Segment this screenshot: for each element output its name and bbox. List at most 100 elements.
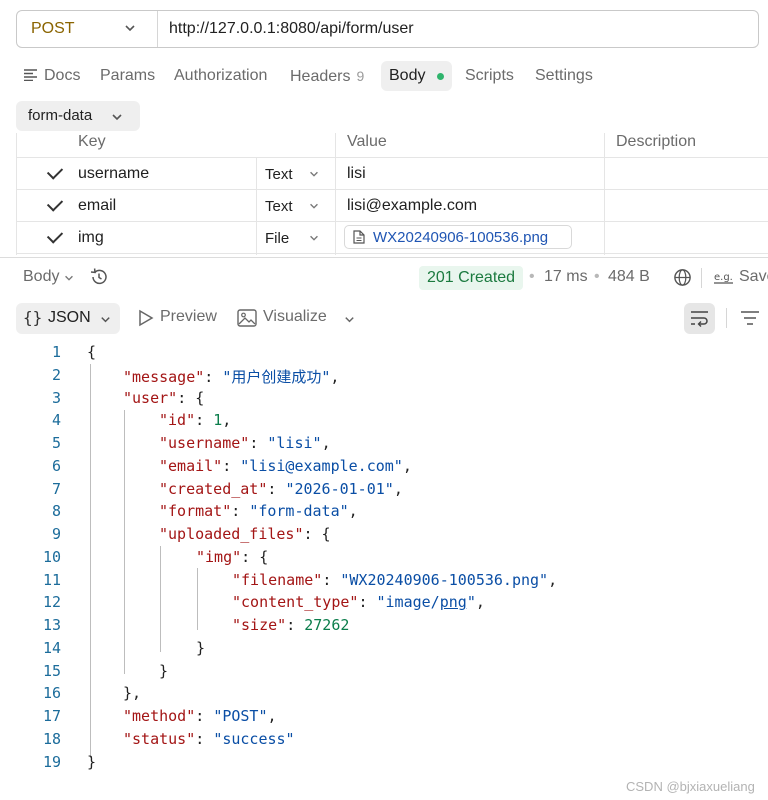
code-line: "filename": "WX20240906-100536.png",	[232, 571, 558, 589]
param-key[interactable]: email	[78, 197, 116, 215]
line-number: 19	[42, 753, 61, 771]
file-chip[interactable]: WX20240906-100536.png	[344, 225, 572, 249]
line-number: 2	[51, 366, 61, 384]
row-divider	[16, 253, 768, 254]
chevron-down-icon[interactable]	[343, 313, 356, 326]
filter-icon[interactable]	[740, 310, 760, 326]
param-type-select[interactable]: Text	[265, 198, 293, 215]
param-value[interactable]: lisi	[347, 165, 366, 183]
code-line: "content_type": "image/png",	[232, 593, 485, 611]
method-label: POST	[31, 20, 75, 37]
separator-dot: •	[594, 268, 600, 285]
svg-text:e.g.: e.g.	[714, 272, 733, 283]
body-type-select[interactable]: form-data	[16, 101, 140, 131]
response-body-select[interactable]: Body	[23, 268, 59, 286]
tab-docs[interactable]: Docs	[44, 66, 80, 86]
image-icon	[237, 309, 257, 327]
url-input[interactable]: http://127.0.0.1:8080/api/form/user	[169, 20, 414, 38]
chevron-down-icon	[310, 171, 318, 177]
body-type-label: form-data	[28, 107, 93, 124]
checkbox-checked[interactable]	[46, 163, 64, 180]
line-number: 14	[42, 639, 61, 657]
tab-headers[interactable]: Headers 9	[290, 66, 364, 86]
method-select[interactable]: POST	[17, 11, 158, 47]
toolbar-divider	[701, 268, 702, 288]
tab-scripts[interactable]: Scripts	[465, 66, 514, 86]
code-line: }	[159, 662, 169, 680]
line-number: 17	[42, 707, 61, 725]
param-key[interactable]: username	[78, 165, 149, 183]
line-number: 6	[51, 457, 61, 475]
json-braces-icon: {}	[23, 308, 43, 327]
status-code: 201 Created	[427, 269, 516, 286]
code-line: "email": "lisi@example.com",	[159, 457, 412, 475]
chevron-down-icon	[310, 235, 318, 241]
column-header-value: Value	[347, 133, 387, 150]
response-format-select[interactable]: {} JSON	[16, 303, 120, 334]
code-line: "user": {	[123, 389, 205, 407]
toolbar-divider	[726, 308, 727, 328]
code-line: "status": "success"	[123, 730, 295, 748]
line-number: 11	[42, 571, 61, 589]
line-number: 15	[42, 662, 61, 680]
indent-guide	[90, 364, 91, 758]
tab-body[interactable]: Body	[381, 61, 452, 91]
code-line: "created_at": "2026-01-01",	[159, 480, 403, 498]
param-type-select[interactable]: Text	[265, 166, 293, 183]
line-number: 18	[42, 730, 61, 748]
param-key[interactable]: img	[78, 229, 104, 247]
body-indicator-dot	[437, 73, 444, 80]
code-line: "uploaded_files": {	[159, 525, 331, 543]
param-type-select[interactable]: File	[265, 230, 289, 247]
indent-guide	[124, 410, 125, 674]
play-icon	[139, 309, 154, 327]
checkbox-checked[interactable]	[46, 195, 64, 212]
line-number: 3	[51, 389, 61, 407]
line-number: 10	[42, 548, 61, 566]
line-number: 4	[51, 411, 61, 429]
indent-guide	[160, 546, 161, 652]
line-number: 9	[51, 525, 61, 543]
status-badge[interactable]: 201 Created	[419, 266, 523, 290]
checkbox-checked[interactable]	[46, 227, 64, 244]
response-format-label: JSON	[48, 309, 91, 326]
visualize-button[interactable]: Visualize	[263, 308, 327, 326]
line-number: 5	[51, 434, 61, 452]
code-line: "method": "POST",	[123, 707, 277, 725]
save-response-button[interactable]: Save	[739, 268, 768, 286]
line-number: 12	[42, 593, 61, 611]
tab-params[interactable]: Params	[100, 66, 155, 86]
tab-authorization[interactable]: Authorization	[174, 66, 267, 86]
chevron-down-icon	[101, 317, 110, 323]
chevron-down-icon	[112, 114, 122, 121]
param-value[interactable]: lisi@example.com	[347, 197, 477, 215]
table-row: email Text lisi@example.com	[16, 190, 768, 221]
response-time[interactable]: 17 ms	[544, 268, 588, 286]
line-number: 16	[42, 684, 61, 702]
wrap-lines-button[interactable]	[684, 303, 715, 334]
line-number: 13	[42, 616, 61, 634]
code-line: "username": "lisi",	[159, 434, 331, 452]
line-number: 1	[51, 343, 61, 361]
history-icon[interactable]	[89, 267, 109, 287]
code-line: {	[87, 343, 97, 361]
indent-guide	[197, 568, 198, 630]
preview-button[interactable]: Preview	[160, 308, 217, 326]
code-line: "size": 27262	[232, 616, 350, 634]
response-size[interactable]: 484 B	[608, 268, 650, 286]
separator-dot: •	[529, 268, 535, 285]
file-name: WX20240906-100536.png	[373, 229, 549, 246]
code-line: "img": {	[196, 548, 269, 566]
save-example-icon[interactable]: e.g.	[713, 268, 735, 288]
response-code-viewer[interactable]: 1 2 3 4 5 6 7 8 9 10 11 12 13 14 15 16 1…	[0, 340, 768, 771]
column-header-description: Description	[616, 133, 697, 150]
tab-headers-count: 9	[356, 68, 365, 84]
wrap-icon	[691, 311, 708, 327]
code-line: "id": 1,	[159, 411, 232, 429]
tab-settings[interactable]: Settings	[535, 66, 593, 86]
code-line: "message": "用户创建成功",	[123, 368, 340, 386]
code-line: },	[123, 684, 142, 702]
code-line: }	[196, 639, 206, 657]
file-icon	[353, 230, 365, 244]
globe-icon[interactable]	[673, 268, 692, 287]
